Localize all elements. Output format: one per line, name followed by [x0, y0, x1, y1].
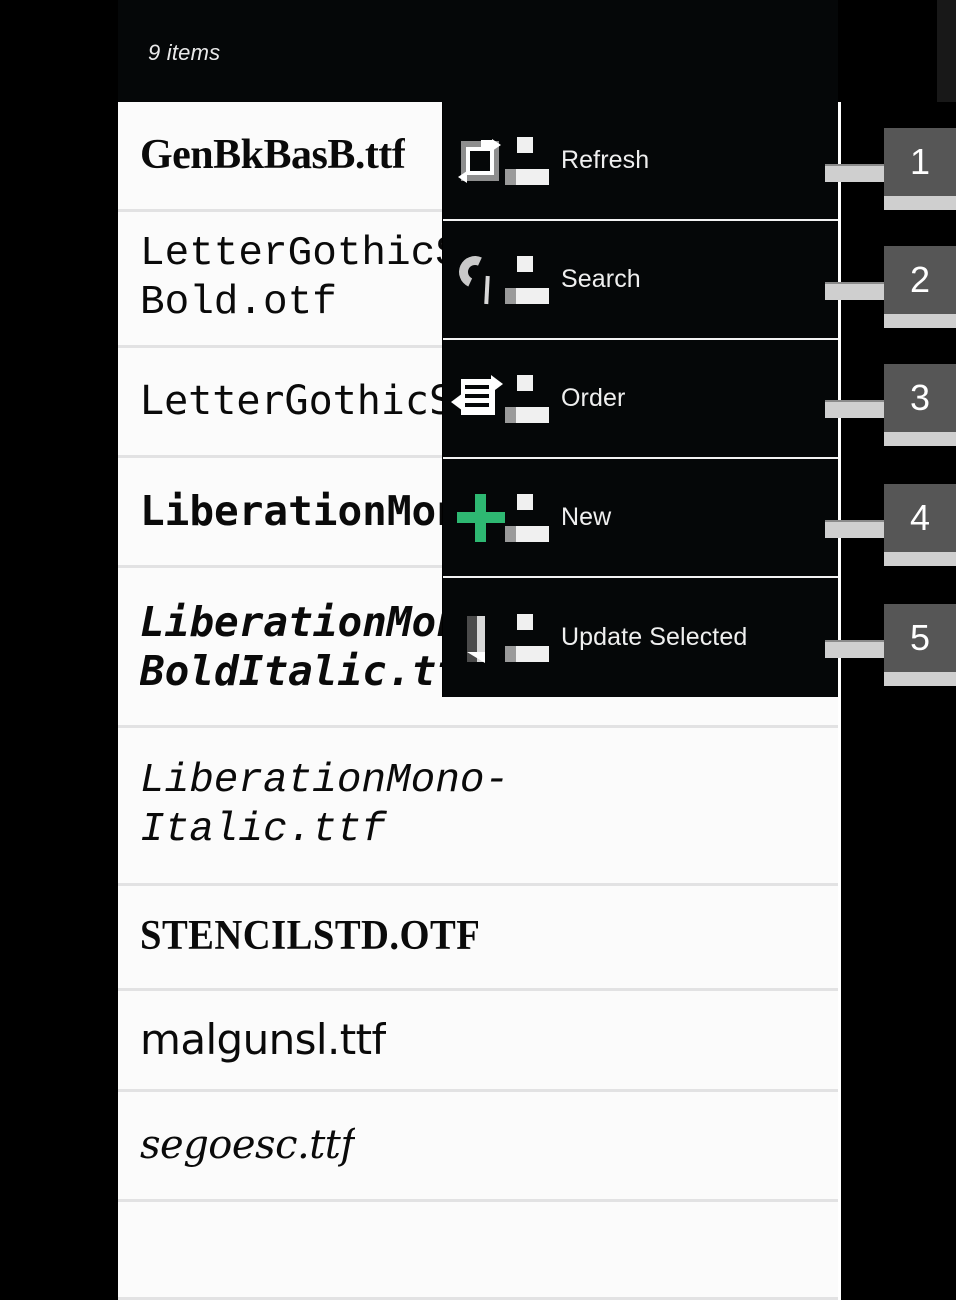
callout-connector — [825, 640, 885, 658]
menu-item-icon — [443, 101, 561, 220]
menu-item-search[interactable]: Search — [443, 221, 839, 340]
callout-number: 4 — [909, 497, 931, 538]
file-name-label: segoesc.ttf — [140, 1121, 355, 1168]
menu-item-label: Order — [561, 384, 626, 412]
file-name-label: GenBkBasB.ttf — [140, 131, 406, 178]
pencil-icon — [467, 616, 485, 662]
callout-badge: 1 — [884, 128, 956, 210]
item-count-label: 9 items — [148, 40, 221, 65]
callout-number: 2 — [909, 259, 931, 300]
menu-item-order[interactable]: Order — [443, 340, 839, 459]
callout-badge: 3 — [884, 364, 956, 446]
menu-item-label: Search — [561, 265, 641, 293]
callout-connector — [825, 282, 885, 300]
callout-badge: 2 — [884, 246, 956, 328]
menu-item-new[interactable]: New — [443, 459, 839, 578]
file-list-item[interactable]: LiberationMono- Italic.ttf — [118, 728, 838, 886]
menu-item-update-selected[interactable]: Update Selected — [443, 578, 839, 697]
menu-item-refresh[interactable]: Refresh — [443, 102, 839, 221]
file-list-item[interactable]: malgunsl.ttf — [118, 991, 838, 1092]
file-list-item[interactable]: STENCILSTD.OTF — [118, 886, 838, 991]
refresh-icon — [458, 139, 501, 183]
callout-badge: 4 — [884, 484, 956, 566]
file-name-label: STENCILSTD.OTF — [140, 913, 481, 960]
callout-connector — [825, 400, 885, 418]
list-header-bar: 9 items — [118, 0, 956, 102]
list-badge-icon — [505, 494, 549, 542]
list-badge-icon — [505, 375, 549, 423]
callout-connector — [825, 164, 885, 182]
menu-item-icon — [443, 220, 561, 339]
file-list-item[interactable] — [118, 1202, 838, 1300]
callout-number: 3 — [909, 377, 931, 418]
screen-root: 9 items GenBkBasB.ttf LetterGothicStd- Bo… — [0, 0, 956, 1300]
context-menu[interactable]: Refresh Search Order New Update Selected — [442, 102, 839, 697]
menu-item-label: New — [561, 503, 612, 531]
file-name-label: LiberationMono- Italic.ttf — [140, 758, 510, 853]
callout-badge: 5 — [884, 604, 956, 686]
list-badge-icon — [505, 614, 549, 662]
menu-item-icon — [443, 578, 561, 697]
menu-item-label: Refresh — [561, 146, 650, 174]
callout-number: 5 — [909, 617, 931, 658]
callout-number: 1 — [909, 141, 931, 182]
list-badge-icon — [505, 256, 549, 304]
file-name-label: malgunsl.ttf — [140, 1015, 386, 1065]
menu-item-icon — [443, 458, 561, 577]
menu-item-label: Update Selected — [561, 623, 748, 651]
callout-connector — [825, 520, 885, 538]
vertical-scrollbar-thumb[interactable] — [937, 0, 956, 102]
list-badge-icon — [505, 137, 549, 185]
file-list-item[interactable]: segoesc.ttf — [118, 1092, 838, 1202]
menu-item-icon — [443, 339, 561, 458]
